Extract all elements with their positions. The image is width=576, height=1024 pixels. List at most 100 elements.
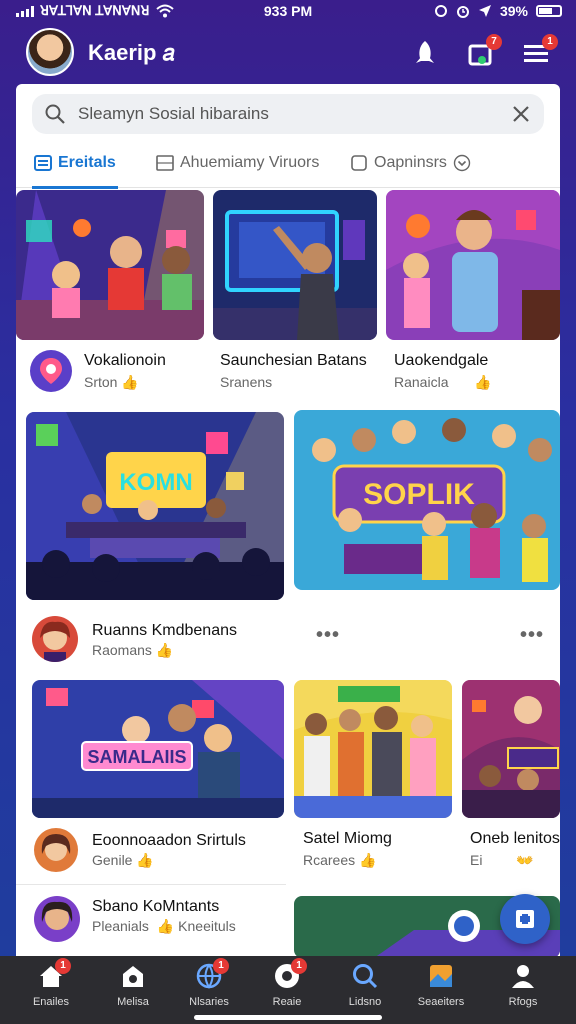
post-image[interactable] <box>16 190 204 340</box>
post-image[interactable] <box>213 190 377 340</box>
notifications-badge: 7 <box>486 34 502 50</box>
thumbs-up-icon[interactable]: 👍 <box>157 918 174 934</box>
nav-rfogs[interactable]: Rfogs <box>488 962 558 1018</box>
tab-bar: Ereitals Ahuemiamy Viruors Oapninsrs <box>16 148 560 189</box>
alarm-icon <box>456 6 469 18</box>
post-subtitle: Ei 👐 <box>470 852 534 869</box>
box-icon <box>351 155 367 171</box>
status-right: 39% <box>434 3 562 19</box>
avatar[interactable] <box>32 616 78 662</box>
nav-label: Rfogs <box>508 996 538 1008</box>
nav-badge: 1 <box>291 958 307 974</box>
post-image[interactable] <box>386 190 560 340</box>
compose-icon <box>516 910 534 928</box>
nav-label: Melisa <box>117 996 149 1008</box>
post-title[interactable]: Uaokendgale <box>394 352 488 370</box>
tab-label: Oapninsrs <box>374 154 447 171</box>
banner-text: SAMALAIIS <box>88 747 187 767</box>
nav-lidsno[interactable]: Lidsno <box>330 962 400 1018</box>
location-avatar[interactable] <box>30 350 72 392</box>
battery-percent: 39% <box>499 3 528 19</box>
post-subtitle-text: Srton <box>84 374 118 390</box>
search-bar[interactable] <box>32 94 544 134</box>
banner-text: KOMN <box>119 469 192 496</box>
tab-ahuemiamy-viruors[interactable]: Ahuemiamy Viruors <box>156 154 319 188</box>
post-title[interactable]: Ruanns Kmdbenans <box>92 622 237 640</box>
divider <box>16 884 286 885</box>
post-subtitle-text: Raomans <box>92 642 152 658</box>
post-subtitle-text: Rcarees <box>303 852 356 868</box>
avatar[interactable] <box>34 896 80 942</box>
nav-label: Nlsaries <box>189 996 229 1008</box>
nav-label: Enailes <box>32 996 70 1008</box>
app-title: Kaerip 𝑎 <box>88 40 175 65</box>
tab-oapninsrs[interactable]: Oapninsrs <box>350 154 471 188</box>
post-title[interactable]: Sbano KoMntants <box>92 898 219 916</box>
post-subtitle: Rcarees 👍 <box>303 852 376 869</box>
notifications-icon[interactable]: 7 <box>466 34 502 68</box>
status-bar: ꓤꓯꓕꓶꓯꓠ ꓕꓯꓠꓯꓠꓤ 933 PM 39% <box>0 0 576 22</box>
post-subtitle: Sranens <box>220 374 273 390</box>
rocket-icon[interactable] <box>410 38 440 68</box>
post-subtitle-text: Ranaicla <box>394 374 449 390</box>
battery-icon <box>536 5 562 17</box>
nav-badge: 1 <box>213 958 229 974</box>
gallery-icon <box>427 962 455 990</box>
post-subtitle: Genile 👍 <box>92 852 154 869</box>
search-input[interactable] <box>78 102 498 126</box>
post-title[interactable]: Saunchesian Batans <box>220 352 367 370</box>
globe-icon: 1 <box>195 958 229 990</box>
search-icon <box>45 104 65 124</box>
thumbs-up-icon[interactable]: 👍 <box>156 642 173 658</box>
avatar[interactable] <box>34 828 78 872</box>
more-options-icon[interactable]: ••• <box>316 624 340 647</box>
thumbs-up-icon[interactable]: 👍 <box>474 374 491 390</box>
bottom-navigation: 1 Enailes Melisa 1 Nlsaries 1 Reaie Lids… <box>0 956 576 1024</box>
nav-label: Lidsno <box>348 996 382 1008</box>
post-title[interactable]: Vokalionoin <box>84 352 166 370</box>
post-subtitle: Srton 👍 <box>84 374 139 391</box>
compose-button[interactable] <box>500 894 550 944</box>
nav-seaeiters[interactable]: Seaeiters <box>406 962 476 1018</box>
post-subtitle: Raomans 👍 <box>92 642 173 659</box>
post-image[interactable]: SOPLIK <box>294 410 560 590</box>
post-subtitle-text: Genile <box>92 852 133 868</box>
post-image[interactable]: KOMN <box>26 412 284 600</box>
post-title[interactable]: Satel Miomg <box>303 830 392 848</box>
nav-badge: 1 <box>55 958 71 974</box>
nav-reaie[interactable]: 1 Reaie <box>252 958 322 1018</box>
nav-home[interactable]: 1 Enailes <box>16 958 86 1018</box>
tab-label: Ahuemiamy Viruors <box>180 154 320 171</box>
thumbs-up-icon[interactable]: 👍 <box>136 852 153 868</box>
nav-melisa[interactable]: Melisa <box>98 962 168 1018</box>
chevron-down-icon <box>453 154 471 172</box>
post-image[interactable] <box>294 680 452 818</box>
tab-ereitals[interactable]: Ereitals <box>32 154 118 189</box>
nav-nlsaries[interactable]: 1 Nlsaries <box>174 958 244 1018</box>
post-image[interactable] <box>462 680 560 818</box>
post-image[interactable]: SAMALAIIS <box>32 680 284 818</box>
camera-icon: 1 <box>273 958 307 990</box>
post-subtitle: Ranaicla 👍 <box>394 374 492 391</box>
more-options-icon[interactable]: ••• <box>520 624 544 647</box>
close-icon[interactable] <box>510 103 532 125</box>
image-icon <box>156 155 174 171</box>
post-subtitle-text: Ei <box>470 852 483 868</box>
feed-container: Ereitals Ahuemiamy Viruors Oapninsrs <box>16 84 560 958</box>
profile-avatar[interactable] <box>26 28 74 76</box>
post-title[interactable]: Eoonnoaadon Srirtuls <box>92 832 246 850</box>
thumbs-up-icon[interactable]: 👐 <box>516 852 533 868</box>
map-pin-icon <box>31 351 71 391</box>
house-icon <box>119 962 147 990</box>
tab-label: Ereitals <box>58 154 116 171</box>
app-header: Kaerip 𝑎 7 1 <box>0 24 576 82</box>
post-title[interactable]: Oneb lenitos <box>470 830 560 848</box>
thumbs-up-icon[interactable]: 👍 <box>359 852 376 868</box>
search-icon <box>351 962 379 990</box>
post-subtitle: Pleanials 👍 Kneeituls <box>92 918 236 935</box>
menu-icon[interactable]: 1 <box>522 34 558 68</box>
lock-rotation-icon <box>434 5 447 17</box>
home-indicator <box>194 1015 382 1020</box>
menu-badge: 1 <box>542 34 558 50</box>
thumbs-up-icon[interactable]: 👍 <box>121 374 138 390</box>
